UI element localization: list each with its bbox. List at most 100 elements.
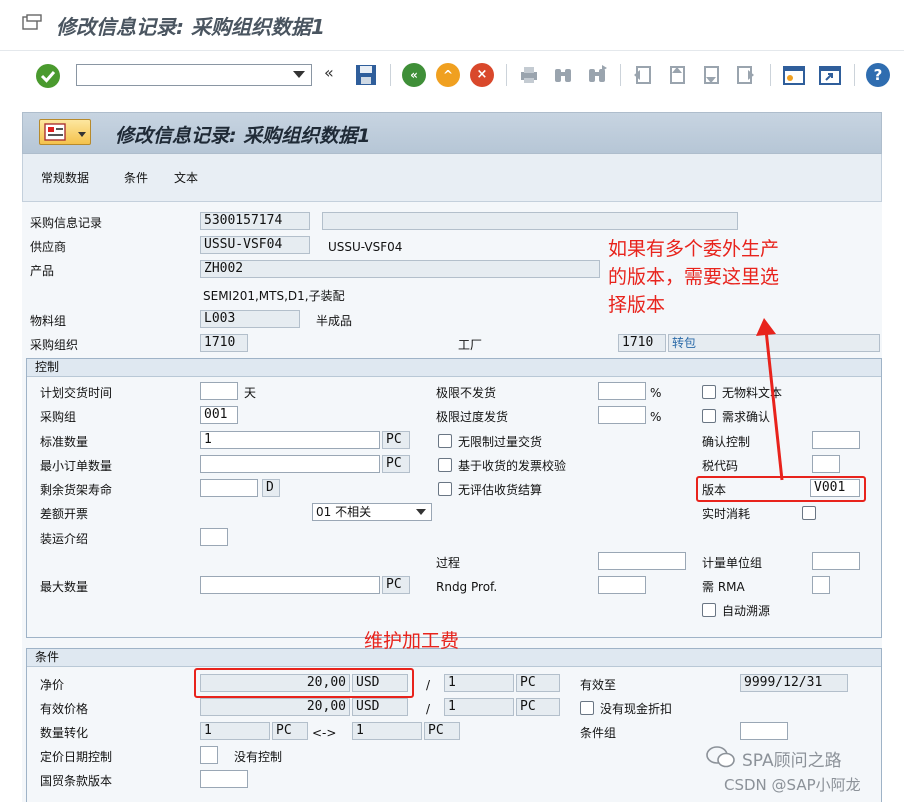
qty-conv-left-field: 1 xyxy=(200,722,270,740)
conf-ctrl-label: 确认控制 xyxy=(702,435,751,449)
net-price-slash: / xyxy=(426,678,431,692)
valid-to-field: 9999/12/31 xyxy=(740,674,848,692)
purch-org-field[interactable]: 1710 xyxy=(200,334,248,352)
find-next-icon[interactable] xyxy=(586,64,608,86)
pdt-label: 计划交货时间 xyxy=(40,386,113,400)
uom-group-field[interactable] xyxy=(812,552,860,570)
first-page-icon[interactable] xyxy=(632,64,654,86)
app-toolbar: 常规数据 条件 文本 xyxy=(22,154,882,202)
max-qty-field[interactable] xyxy=(200,576,380,594)
print-icon[interactable] xyxy=(518,64,540,86)
gr-iv-checkbox[interactable] xyxy=(438,458,452,472)
sep-2 xyxy=(506,64,507,86)
pdt-unit: 天 xyxy=(244,386,257,400)
qty-conv-right-unit: PC xyxy=(424,722,460,740)
procedure-field[interactable] xyxy=(598,552,686,570)
plant-field[interactable]: 1710 xyxy=(618,334,666,352)
watermark-line-2: CSDN @SAP小阿龙 xyxy=(724,776,861,794)
under-tol-pct: % xyxy=(650,386,662,400)
req-conf-checkbox[interactable] xyxy=(702,409,716,423)
menu-button[interactable] xyxy=(39,119,91,145)
matl-group-desc: 半成品 xyxy=(316,314,353,328)
qty-conv-right-field: 1 xyxy=(352,722,422,740)
gr-iv-label: 基于收货的发票校验 xyxy=(458,459,567,473)
tab-general-data[interactable]: 常规数据 xyxy=(41,170,89,186)
window-title: 修改信息记录: 采购组织数据1 xyxy=(56,15,325,39)
diff-inv-select[interactable]: 01 不相关 xyxy=(312,503,432,521)
shortcut-icon[interactable] xyxy=(818,63,842,87)
matl-group-field[interactable]: L003 xyxy=(200,310,300,328)
material-label: 产品 xyxy=(30,264,55,278)
over-tol-field[interactable] xyxy=(598,406,646,424)
cancel-icon[interactable]: × xyxy=(470,63,494,87)
prev-page-icon[interactable] xyxy=(666,64,688,86)
rndg-field[interactable] xyxy=(598,576,646,594)
new-session-icon[interactable] xyxy=(782,63,806,87)
price-date-field[interactable] xyxy=(200,746,218,764)
back-icon[interactable]: « xyxy=(402,63,426,87)
exit-icon[interactable]: ^ xyxy=(436,63,460,87)
next-page-icon[interactable] xyxy=(700,64,722,86)
watermark-line-1: SPA顾问之路 xyxy=(742,751,842,771)
price-uom-field[interactable]: PC xyxy=(516,674,560,692)
chevron-down-icon xyxy=(78,132,86,137)
vendor-field[interactable]: USSU-VSF04 xyxy=(200,236,310,254)
pdt-field[interactable] xyxy=(200,382,238,400)
command-field[interactable] xyxy=(76,64,312,86)
max-qty-unit: PC xyxy=(382,576,410,594)
over-tol-pct: % xyxy=(650,410,662,424)
no-cash-disc-label: 没有现金折扣 xyxy=(600,702,673,716)
purch-org-label: 采购组织 xyxy=(30,338,79,352)
collapse-icon[interactable]: « xyxy=(324,63,334,82)
sep-3 xyxy=(620,64,621,86)
uom-group-label: 计量单位组 xyxy=(702,556,763,570)
version-note-line-3: 择版本 xyxy=(608,294,666,316)
tab-texts[interactable]: 文本 xyxy=(174,170,198,186)
eff-price-unit-field: 1 xyxy=(444,698,514,716)
no-ers-checkbox[interactable] xyxy=(438,482,452,496)
unlimited-checkbox[interactable] xyxy=(438,434,452,448)
std-qty-field[interactable]: 1 xyxy=(200,431,380,449)
version-note-line-1: 如果有多个委外生产 xyxy=(608,238,780,260)
rt-consump-checkbox[interactable] xyxy=(802,506,816,520)
tax-code-label: 税代码 xyxy=(702,459,739,473)
save-icon[interactable] xyxy=(354,63,378,87)
checkmark-icon xyxy=(40,71,56,83)
rma-label: 需 RMA xyxy=(702,580,745,594)
material-desc: SEMI201,MTS,D1,子装配 xyxy=(203,289,345,303)
incoterms-label: 国贸条款版本 xyxy=(40,774,113,788)
tax-code-field[interactable] xyxy=(812,455,840,473)
wechat-icon xyxy=(706,746,735,768)
shelf-life-label: 剩余货架寿命 xyxy=(40,483,113,497)
shipping-field[interactable] xyxy=(200,528,228,546)
info-record-field[interactable]: 5300157174 xyxy=(200,212,310,230)
last-page-icon[interactable] xyxy=(734,64,756,86)
rma-field[interactable] xyxy=(812,576,830,594)
chevron-down-icon xyxy=(293,71,305,78)
menu-icon xyxy=(44,123,66,141)
net-price-highlight-box xyxy=(194,668,414,698)
rt-consump-label: 实时消耗 xyxy=(702,507,751,521)
info-record-desc-field[interactable] xyxy=(322,212,738,230)
auto-src-checkbox[interactable] xyxy=(702,603,716,617)
no-cash-disc-checkbox[interactable] xyxy=(580,701,594,715)
cond-group-field[interactable] xyxy=(740,722,788,740)
incoterms-field[interactable] xyxy=(200,770,248,788)
max-qty-label: 最大数量 xyxy=(40,580,89,594)
under-tol-field[interactable] xyxy=(598,382,646,400)
page-title: 修改信息记录: 采购组织数据1 xyxy=(115,125,371,147)
enter-button[interactable] xyxy=(36,64,60,88)
min-qty-field[interactable] xyxy=(200,455,380,473)
tab-conditions[interactable]: 条件 xyxy=(124,170,148,186)
material-field[interactable]: ZH002 xyxy=(200,260,600,278)
diff-inv-label: 差额开票 xyxy=(40,507,89,521)
find-icon[interactable] xyxy=(552,64,574,86)
vendor-label: 供应商 xyxy=(30,240,67,254)
help-icon[interactable]: ? xyxy=(866,63,890,87)
price-unit-field[interactable]: 1 xyxy=(444,674,514,692)
vendor-name: USSU-VSF04 xyxy=(328,240,403,254)
no-text-checkbox[interactable] xyxy=(702,385,716,399)
shelf-life-field[interactable] xyxy=(200,479,258,497)
purch-group-field[interactable]: 001 xyxy=(200,406,238,424)
conf-ctrl-field[interactable] xyxy=(812,431,860,449)
